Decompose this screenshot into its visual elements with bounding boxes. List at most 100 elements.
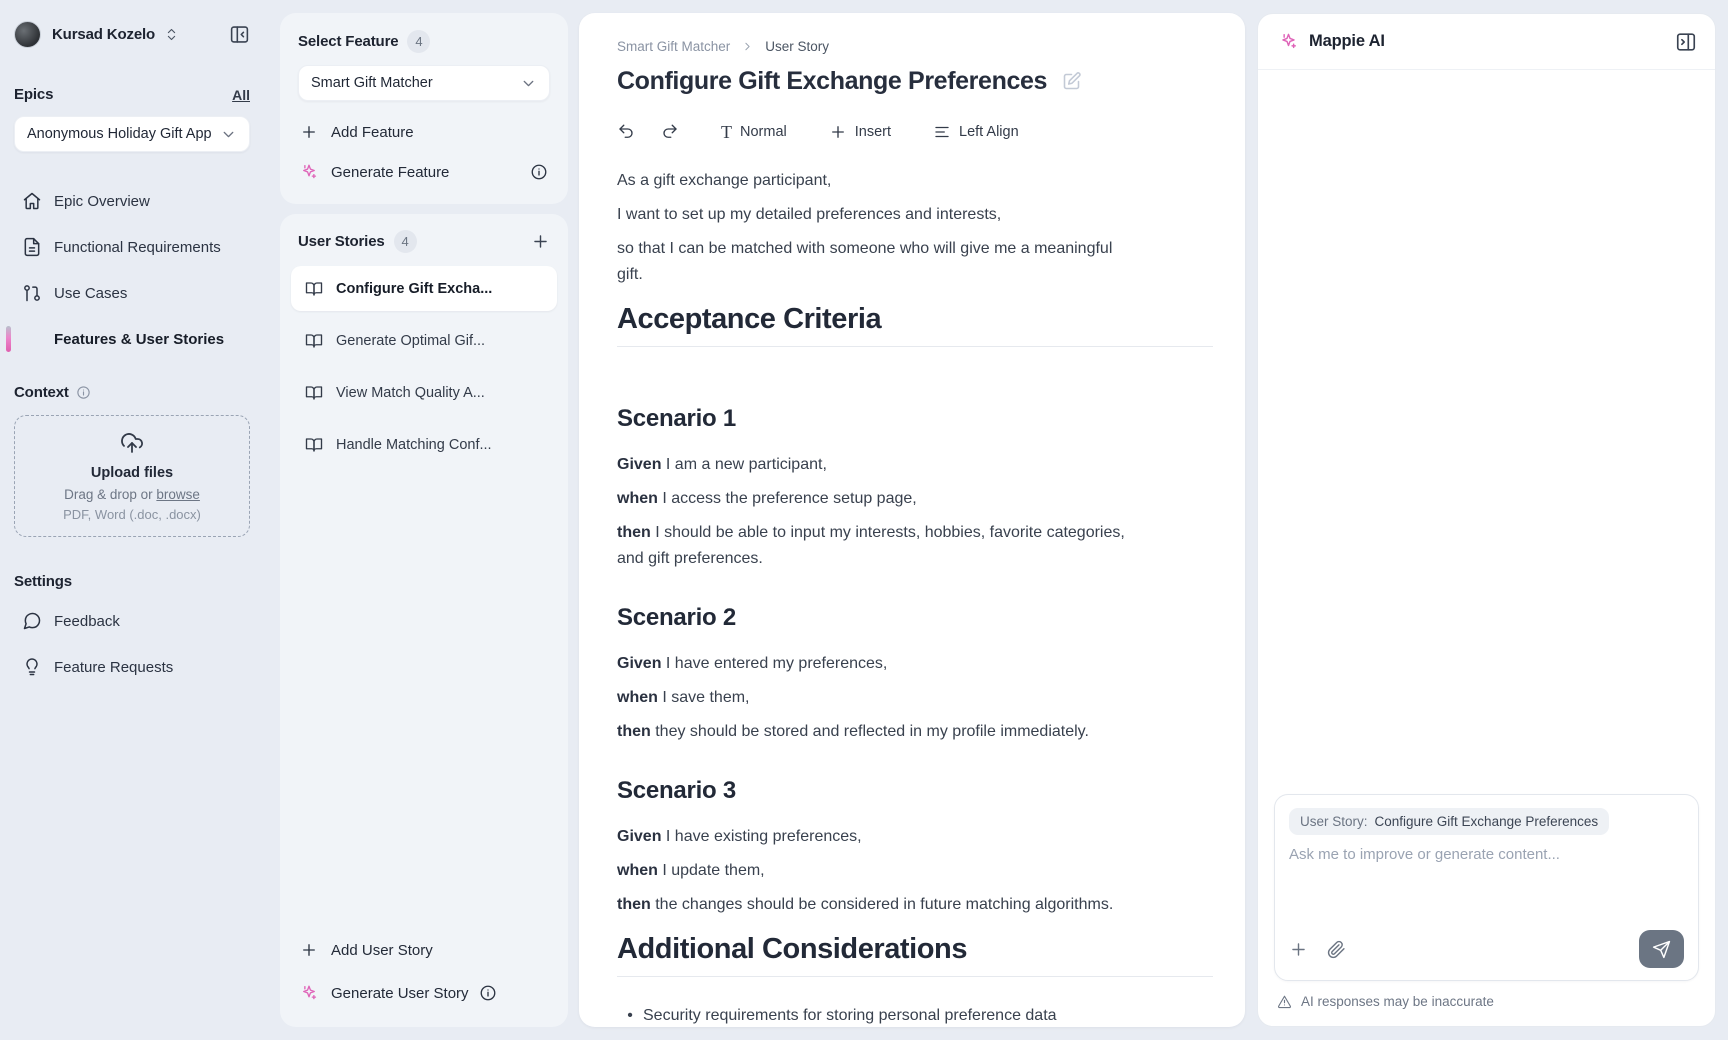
book-open-icon [305,436,323,454]
send-icon [1652,940,1671,959]
collapse-ai-panel-icon[interactable] [1675,31,1697,53]
sidebar-item-label: Functional Requirements [54,239,221,256]
nav-icon-spacer [22,329,42,349]
generate-user-story-button[interactable]: Generate User Story [298,977,550,1009]
settings-nav: Feedback Feature Requests [14,598,250,690]
user-story-item-configure-gift-excha[interactable]: Configure Gift Excha... [291,266,557,311]
sidebar-item-feature-requests[interactable]: Feature Requests [14,644,250,690]
criteria-line: then they should be stored and reflected… [617,719,1125,745]
breadcrumb-current: User Story [765,39,829,54]
message-circle-icon [22,611,42,631]
criteria-line: Given I have entered my preferences, [617,651,1125,677]
story-paragraph: I want to set up my detailed preferences… [617,202,1125,228]
ai-conversation-area [1258,70,1715,794]
criteria-line: then I should be able to input my intere… [617,520,1125,572]
epics-heading: Epics [14,86,53,103]
plus-icon [300,941,318,959]
criteria-line: Given I am a new participant, [617,452,1125,478]
sidebar-item-features-user-stories[interactable]: Features & User Stories [14,316,250,362]
feature-count-badge: 4 [407,30,430,53]
user-story-item-handle-matching-conf[interactable]: Handle Matching Conf... [291,422,557,467]
edit-title-icon[interactable] [1061,71,1082,92]
section-heading: Additional Considerations [617,931,1125,967]
upload-cloud-icon [120,431,144,455]
select-feature-heading: Select Feature [298,33,398,50]
ai-disclaimer: AI responses may be inaccurate [1258,981,1715,1026]
sidebar-item-functional-requirements[interactable]: Functional Requirements [14,224,250,270]
paperclip-icon[interactable] [1327,940,1346,959]
all-epics-link[interactable]: All [232,87,250,103]
user-story-label: Handle Matching Conf... [336,437,492,453]
ai-panel-header: Mappie AI [1258,14,1715,70]
feature-selector[interactable]: Smart Gift Matcher [298,65,550,101]
user-story-item-view-match-quality-a[interactable]: View Match Quality A... [291,370,557,415]
info-icon[interactable] [530,163,548,181]
undo-icon[interactable] [617,123,635,141]
breadcrumb-feature[interactable]: Smart Gift Matcher [617,39,730,54]
sidebar-item-label: Feedback [54,613,120,630]
book-open-icon [305,332,323,350]
breadcrumb: Smart Gift Matcher User Story [617,39,1229,54]
user-story-item-generate-optimal-gif[interactable]: Generate Optimal Gif... [291,318,557,363]
user-name: Kursad Kozelo [52,26,155,43]
collapse-sidebar-icon[interactable] [229,24,250,45]
epic-selector[interactable]: Anonymous Holiday Gift App [14,116,250,152]
user-story-label: View Match Quality A... [336,385,485,401]
redo-icon[interactable] [661,123,679,141]
user-story-label: Configure Gift Excha... [336,281,492,297]
scenario-heading: Scenario 1 [617,403,1125,434]
add-user-story-button[interactable]: Add User Story [298,934,550,966]
epic-selector-value: Anonymous Holiday Gift App [27,126,212,142]
upload-formats: PDF, Word (.doc, .docx) [25,507,239,522]
criteria-line: when I update them, [617,858,1125,884]
context-chip[interactable]: User Story: Configure Gift Exchange Pref… [1289,808,1609,835]
browse-link[interactable]: browse [156,487,200,502]
upload-dropzone[interactable]: Upload files Drag & drop or browse PDF, … [14,415,250,537]
select-feature-card: Select Feature 4 Smart Gift Matcher Add … [280,13,568,204]
sidebar-item-label: Features & User Stories [54,331,224,348]
app-root: Kursad Kozelo Epics All Anonymous Holida… [0,0,1728,1040]
home-icon [22,191,42,211]
plus-icon [300,123,318,141]
ai-panel-title: Mappie AI [1309,32,1385,51]
editor-toolbar: T Normal Insert Left Align [617,117,1229,147]
book-open-icon [305,280,323,298]
upload-hint: Drag & drop or browse [25,487,239,502]
criteria-line: Given I have existing preferences, [617,824,1125,850]
text-style-icon: T [721,123,732,141]
ai-composer[interactable]: User Story: Configure Gift Exchange Pref… [1274,794,1699,981]
story-editor: Smart Gift Matcher User Story Configure … [579,13,1245,1027]
user-stories-heading: User Stories [298,233,385,250]
sidebar-item-epic-overview[interactable]: Epic Overview [14,178,250,224]
criteria-line: then the changes should be considered in… [617,892,1125,918]
file-text-icon [22,237,42,257]
info-icon[interactable] [76,385,91,400]
add-story-plus-icon[interactable] [531,232,550,251]
generate-feature-button[interactable]: Generate Feature [298,156,550,188]
insert-button[interactable]: Insert [829,123,891,141]
story-paragraph: so that I can be matched with someone wh… [617,236,1125,288]
ai-input[interactable]: Ask me to improve or generate content... [1289,846,1684,930]
chevrons-up-down-icon[interactable] [164,27,179,42]
add-attachment-icon[interactable] [1289,940,1308,959]
settings-heading: Settings [14,573,250,590]
user-menu[interactable]: Kursad Kozelo [14,20,250,48]
sparkles-icon [1279,32,1298,51]
user-story-label: Generate Optimal Gif... [336,333,485,349]
section-heading: Acceptance Criteria [617,301,1125,337]
chevron-right-icon [741,40,754,53]
align-button[interactable]: Left Align [933,123,1019,141]
context-heading: Context [14,384,69,401]
story-document[interactable]: As a gift exchange participant, I want to… [617,168,1229,1027]
book-open-icon [305,384,323,402]
sparkles-icon [300,984,318,1002]
info-icon[interactable] [479,984,497,1002]
consideration-item: •Security requirements for storing perso… [617,1003,1125,1027]
sidebar-item-use-cases[interactable]: Use Cases [14,270,250,316]
add-feature-button[interactable]: Add Feature [298,116,550,148]
send-button[interactable] [1639,930,1684,968]
story-paragraph: As a gift exchange participant, [617,168,1125,194]
criteria-line: when I access the preference setup page, [617,486,1125,512]
text-style-button[interactable]: T Normal [721,123,787,141]
sidebar-item-feedback[interactable]: Feedback [14,598,250,644]
